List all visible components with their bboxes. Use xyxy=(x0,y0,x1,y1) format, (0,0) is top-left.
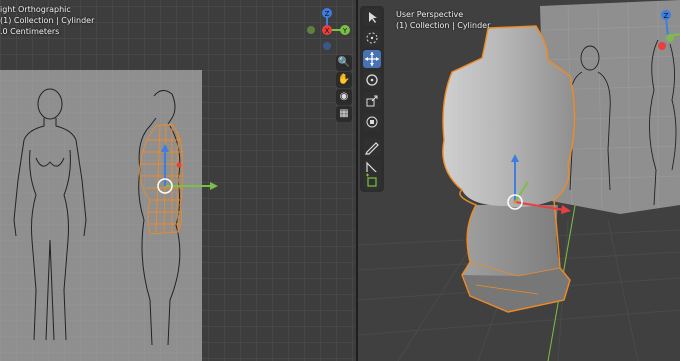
cursor-arrow-icon xyxy=(369,12,377,23)
grid-icon[interactable]: ▦ xyxy=(336,106,352,122)
viewport-right-orthographic[interactable]: ight Orthographic (1) Collection | Cylin… xyxy=(0,0,356,361)
pencil-icon xyxy=(365,142,379,155)
move-arrows-icon xyxy=(365,52,379,66)
navigation-gizmo-left[interactable]: Z Y X xyxy=(300,6,356,56)
camera-icon[interactable]: ◉ xyxy=(336,89,352,105)
gizmo-y-label: Y xyxy=(342,27,348,35)
viewport-user-perspective[interactable]: User Perspective (1) Collection | Cylind… xyxy=(358,0,680,361)
rotate-tool[interactable] xyxy=(363,71,381,89)
view-name-label: ight Orthographic xyxy=(0,5,71,14)
add-cube-tool[interactable] xyxy=(363,172,381,190)
scale-box-icon xyxy=(366,95,378,107)
gizmo-z-label: Z xyxy=(664,12,669,20)
zoom-icon[interactable]: 🔍 xyxy=(336,55,352,71)
crosshair-circle-icon xyxy=(366,32,378,44)
viewport-info-right: User Perspective (1) Collection | Cylind… xyxy=(396,9,490,31)
navigation-gizmo-right[interactable]: Z xyxy=(648,6,680,56)
collection-label: (1) Collection | Cylinder xyxy=(0,16,95,25)
collection-label: (1) Collection | Cylinder xyxy=(396,21,491,30)
add-cube-icon xyxy=(366,173,377,187)
annotate-tool[interactable] xyxy=(363,138,381,156)
view-name-label: User Perspective xyxy=(396,10,464,19)
rotate-arrows-icon xyxy=(366,74,378,86)
scale-tool[interactable] xyxy=(363,92,381,110)
move-tool[interactable] xyxy=(363,50,381,68)
cursor-tool[interactable] xyxy=(363,29,381,47)
gizmo-x-label: X xyxy=(325,27,330,35)
hand-pan-icon[interactable]: ✋ xyxy=(336,72,352,88)
selected-mesh-cylinder-3d[interactable] xyxy=(358,0,680,361)
gizmo-z-label: Z xyxy=(325,10,330,18)
viewport-info-left: ight Orthographic (1) Collection | Cylin… xyxy=(0,4,94,37)
transform-tool[interactable] xyxy=(363,113,381,131)
select-box-tool[interactable] xyxy=(363,8,381,26)
scale-label: .0 Centimeters xyxy=(0,27,60,36)
transform-icon xyxy=(366,116,378,128)
